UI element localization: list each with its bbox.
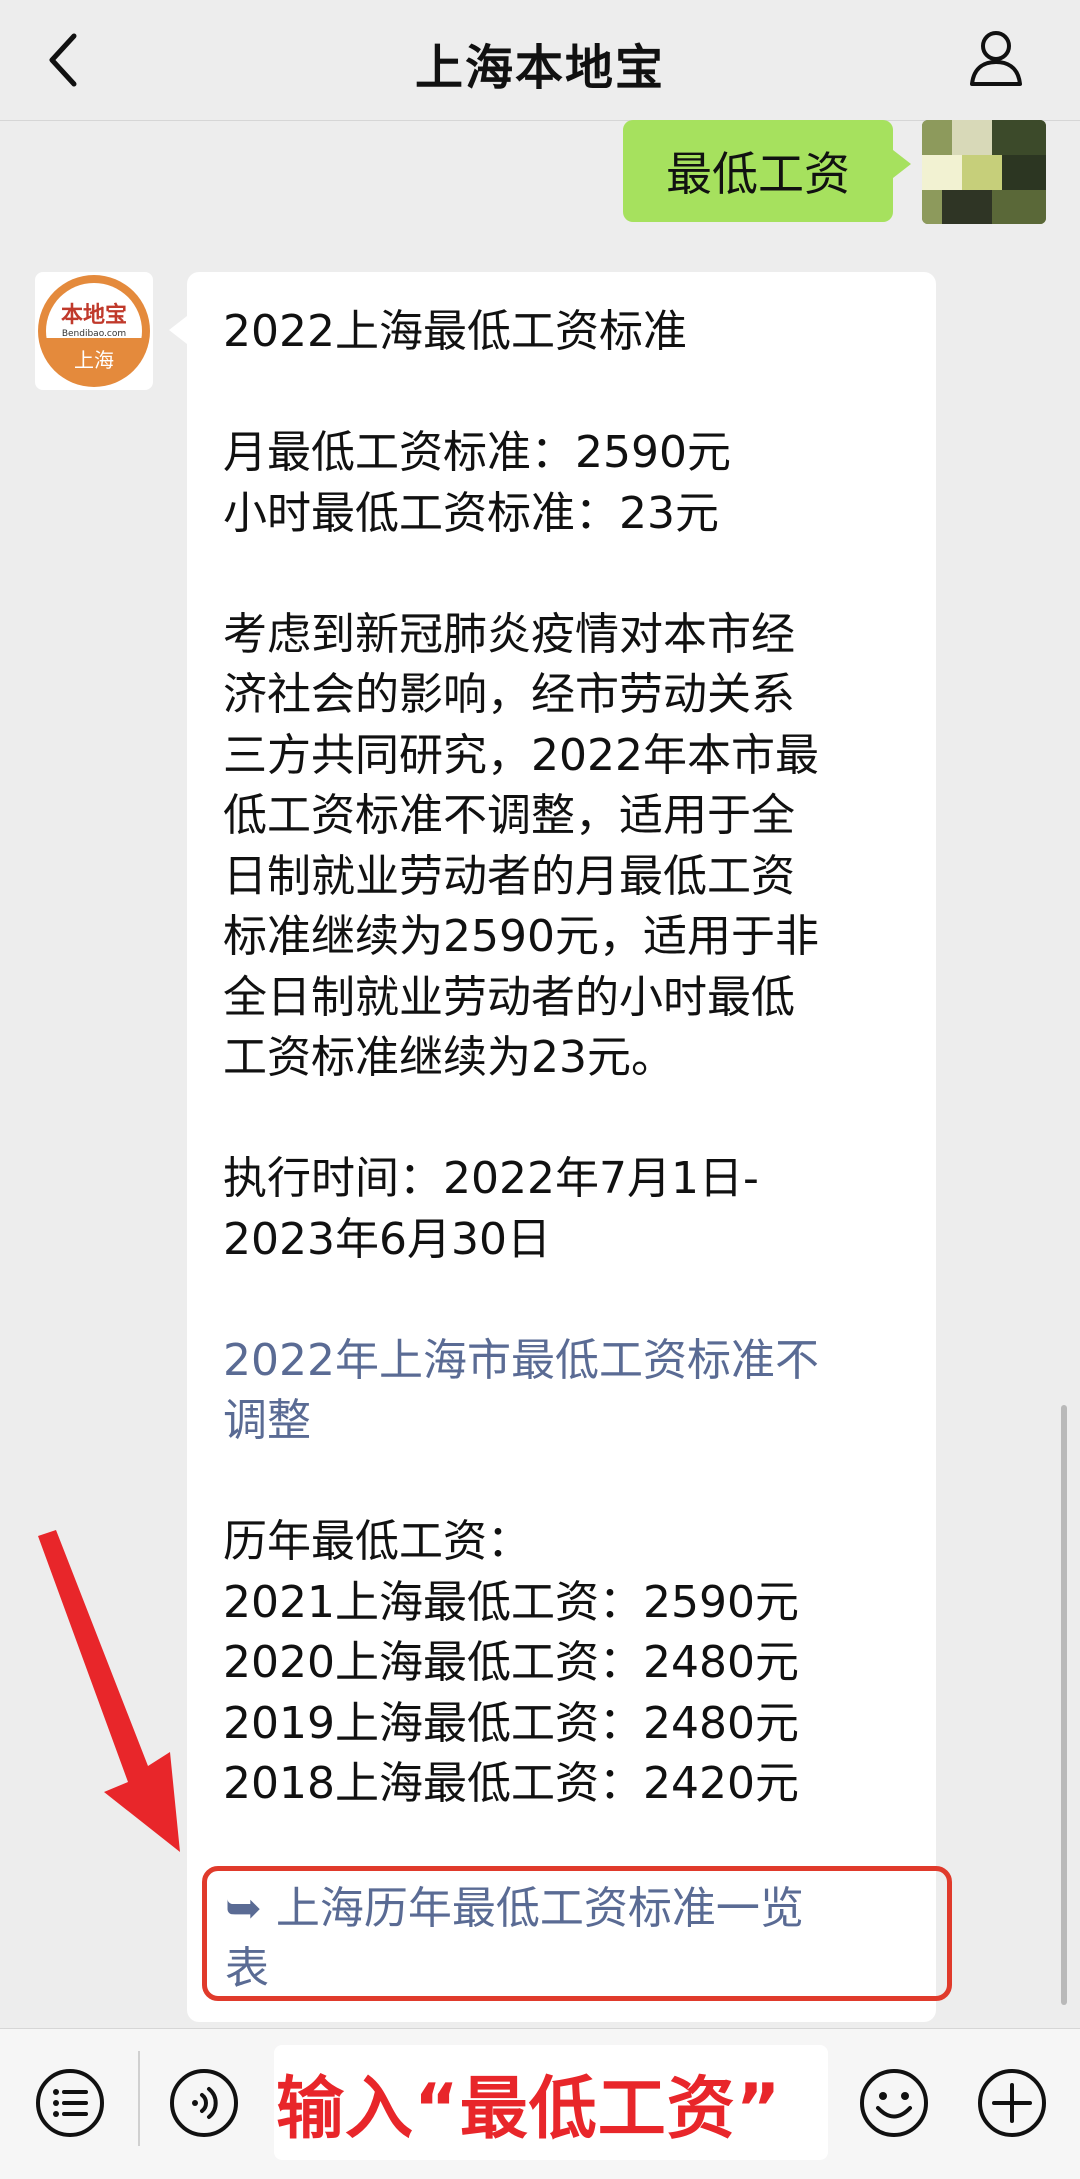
- user-avatar[interactable]: [922, 120, 1046, 224]
- message-line: 济社会的影响，经市劳动关系: [223, 669, 795, 720]
- chat-title: 上海本地宝: [414, 40, 665, 96]
- link-line[interactable]: 调整: [223, 1391, 900, 1452]
- red-arrow-annotation: [38, 1530, 180, 1852]
- message-line: 日制就业劳动者的月最低工资: [223, 850, 795, 902]
- user-message-text: 最低工资: [666, 147, 850, 201]
- user-message-bubble: 最低工资: [623, 120, 911, 222]
- bot-message-bubble: 2022上海最低工资标准 月最低工资标准：2590元 小时最低工资标准：23元 …: [169, 272, 936, 2022]
- logo-domain: Bendibao.com: [62, 329, 126, 339]
- message-line: 小时最低工资标准：23元: [223, 487, 719, 539]
- message-line: 历年最低工资：: [223, 1516, 531, 1567]
- bot-avatar[interactable]: 本地宝 Bendibao.com 上海: [35, 272, 153, 390]
- input-annotation-text: 输入“最低工资”: [276, 2070, 782, 2149]
- highlighted-link-history-table[interactable]: ➥ 上海历年最低工资标准一览 表: [202, 1866, 952, 2001]
- person-icon[interactable]: [966, 26, 1030, 90]
- message-line: 三方共同研究，2022年本市最: [223, 729, 819, 781]
- input-bar: 输入“最低工资”: [0, 2028, 1080, 2179]
- link-line[interactable]: ➥ 上海历年最低工资标准一览: [207, 1879, 947, 1939]
- link-minimum-wage-2022[interactable]: 2022年上海市最低工资标准不 调整: [223, 1331, 900, 1452]
- message-line: 考虑到新冠肺炎疫情对本市经: [223, 608, 795, 660]
- logo-city: 上海: [74, 348, 114, 372]
- message-line: 低工资标准不调整，适用于全: [223, 790, 795, 841]
- list-menu-icon[interactable]: [34, 2067, 106, 2139]
- scrollbar[interactable]: [1061, 1405, 1067, 2005]
- input-bar-divider: [138, 2051, 140, 2146]
- message-line: 月最低工资标准：2590元: [223, 427, 731, 478]
- bot-message-body: 2022上海最低工资标准 月最低工资标准：2590元 小时最低工资标准：23元 …: [223, 302, 900, 1815]
- link-line[interactable]: 表: [207, 1939, 947, 1999]
- message-line: 2021上海最低工资：2590元: [223, 1576, 799, 1628]
- message-line: 2023年6月30日: [223, 1213, 551, 1265]
- emoji-icon[interactable]: [858, 2067, 930, 2139]
- message-line: 2022上海最低工资标准: [223, 306, 687, 357]
- link-line[interactable]: 2022年上海市最低工资标准不: [223, 1331, 900, 1392]
- message-line: 全日制就业劳动者的小时最低: [223, 971, 795, 1023]
- bendibao-logo: 本地宝 Bendibao.com 上海: [38, 275, 150, 387]
- top-bar: 上海本地宝: [0, 0, 1080, 121]
- message-input[interactable]: 输入“最低工资”: [274, 2045, 828, 2160]
- message-line: 工资标准继续为23元。: [223, 1032, 675, 1083]
- message-line: 2019上海最低工资：2480元: [223, 1697, 799, 1749]
- message-line: 2018上海最低工资：2420元: [223, 1758, 799, 1809]
- voice-icon[interactable]: [168, 2067, 240, 2139]
- plus-icon[interactable]: [976, 2067, 1048, 2139]
- message-line: 标准继续为2590元，适用于非: [223, 911, 819, 962]
- message-line: 2020上海最低工资：2480元: [223, 1637, 799, 1688]
- message-line: 执行时间：2022年7月1日-: [223, 1153, 759, 1204]
- logo-text: 本地宝: [61, 302, 127, 328]
